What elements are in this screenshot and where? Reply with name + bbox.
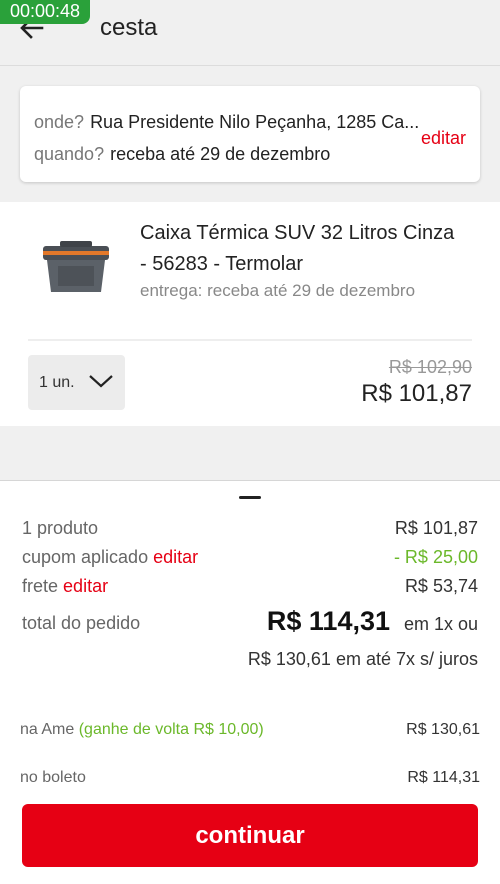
boleto-label: no boleto [20, 769, 86, 786]
address-row: onde? Rua Presidente Nilo Peçanha, 1285 C… [34, 112, 419, 133]
order-summary-sheet: 1 produto R$ 101,87 cupom aplicado edita… [0, 480, 500, 884]
where-label: onde? [34, 112, 85, 132]
summary-shipping-row: frete editar R$ 53,74 [22, 576, 478, 597]
original-price: R$ 102,90 [388, 357, 472, 377]
where-value: Rua Presidente Nilo Peçanha, 1285 Ca... [90, 112, 420, 132]
summary-coupon-row: cupom aplicado editar - R$ 25,00 [22, 547, 478, 568]
item-price: R$ 101,87 [361, 380, 472, 407]
coupon-label: cupom aplicado [22, 547, 149, 567]
summary-products-row: 1 produto R$ 101,87 [22, 518, 478, 539]
edit-shipping-link[interactable]: editar [63, 576, 108, 596]
products-value: R$ 101,87 [394, 518, 478, 538]
chevron-down-icon [89, 375, 113, 388]
total-label: total do pedido [22, 613, 141, 633]
installments-text: R$ 130,61 em até 7x s/ juros [247, 649, 478, 669]
ame-cashback-hint: (ganhe de volta R$ 10,00) [78, 721, 264, 738]
continue-button[interactable]: continuar [22, 804, 478, 867]
edit-coupon-link[interactable]: editar [153, 547, 198, 567]
when-label: quando? [34, 144, 105, 164]
shipping-label: frete [22, 576, 59, 596]
when-value: receba até 29 de dezembro [110, 144, 331, 164]
total-suffix: em 1x ou [403, 614, 478, 634]
cart-item: Caixa Térmica SUV 32 Litros Cinza - 5628… [0, 202, 500, 426]
payment-option-ame[interactable]: na Ame (ganhe de volta R$ 10,00) R$ 130,… [20, 721, 480, 739]
product-image[interactable] [40, 238, 112, 298]
payment-option-boleto[interactable]: no boleto R$ 114,31 [20, 769, 480, 787]
ame-label: na Ame [20, 721, 75, 738]
page-title: cesta [100, 14, 158, 41]
drag-handle[interactable] [239, 496, 261, 499]
shipping-value: R$ 53,74 [404, 576, 478, 596]
coupon-value: - R$ 25,00 [393, 547, 478, 567]
delivery-address-card[interactable]: onde? Rua Presidente Nilo Peçanha, 1285 C… [20, 86, 480, 182]
quantity-select[interactable]: 1 un. [28, 355, 125, 410]
delivery-date-row: quando? receba até 29 de dezembro [34, 144, 330, 165]
boleto-value: R$ 114,31 [407, 769, 480, 786]
ame-value: R$ 130,61 [406, 721, 480, 738]
total-value: R$ 114,31 [266, 606, 390, 636]
recording-timer: 00:00:48 [0, 0, 91, 24]
divider [28, 339, 472, 341]
edit-address-link[interactable]: editar [421, 128, 466, 149]
products-label: 1 produto [22, 518, 99, 538]
quantity-value: 1 un. [39, 374, 75, 391]
product-name[interactable]: Caixa Térmica SUV 32 Litros Cinza - 5628… [140, 218, 460, 280]
product-delivery: entrega: receba até 29 de dezembro [140, 281, 416, 300]
